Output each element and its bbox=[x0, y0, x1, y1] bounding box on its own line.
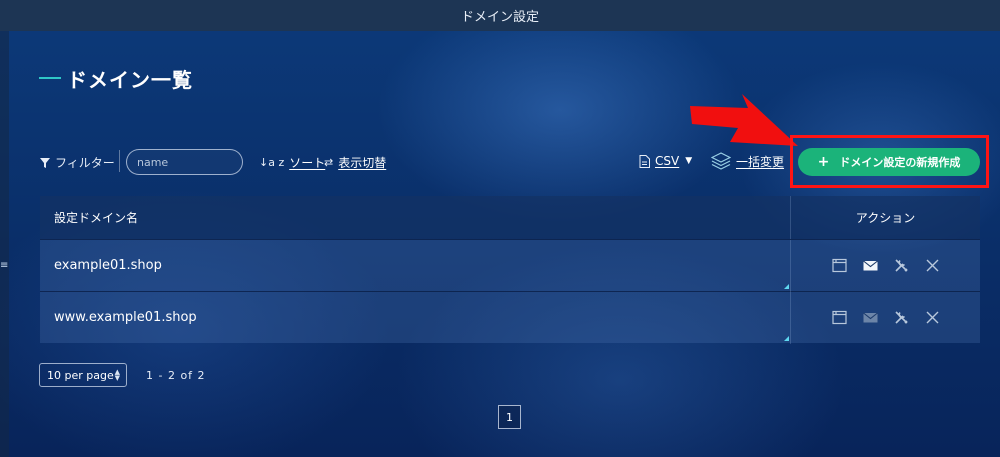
domain-table: 設定ドメイン名 アクション example01.shop www.example… bbox=[40, 196, 980, 344]
table-header: 設定ドメイン名 アクション bbox=[40, 196, 980, 239]
delete-icon[interactable] bbox=[924, 309, 941, 326]
bulk-change-label: 一括変更 bbox=[736, 154, 785, 169]
action-cell bbox=[791, 309, 980, 326]
annotation-highlight-box bbox=[790, 135, 989, 188]
sort-link[interactable]: ↓a z ソート bbox=[259, 154, 325, 171]
filter-label: フィルター bbox=[55, 156, 115, 170]
menu-handle-icon[interactable]: ≡ bbox=[0, 260, 8, 271]
display-toggle-link[interactable]: ⇄ 表示切替 bbox=[324, 154, 386, 171]
document-icon bbox=[639, 154, 650, 168]
window-icon[interactable] bbox=[831, 309, 848, 326]
tools-icon[interactable] bbox=[893, 257, 910, 274]
display-toggle-label: 表示切替 bbox=[338, 156, 387, 170]
filter-label-group[interactable]: フィルター bbox=[40, 154, 115, 171]
window-icon[interactable] bbox=[831, 257, 848, 274]
tools-icon[interactable] bbox=[893, 309, 910, 326]
spinner-arrows-icon: ▲ ▼ bbox=[114, 368, 120, 382]
mail-icon[interactable] bbox=[862, 309, 879, 326]
window-title: ドメイン設定 bbox=[460, 10, 539, 25]
domain-name: www.example01.shop bbox=[54, 310, 197, 325]
domain-cell[interactable]: www.example01.shop bbox=[40, 291, 791, 344]
annotation-arrow-icon bbox=[690, 94, 798, 146]
csv-dropdown[interactable]: CSV ▼ bbox=[639, 154, 692, 168]
domain-cell[interactable]: example01.shop bbox=[40, 239, 791, 292]
per-page-value: 10 per page bbox=[47, 368, 114, 382]
delete-icon[interactable] bbox=[924, 257, 941, 274]
resize-corner-icon bbox=[784, 335, 789, 341]
sort-label: ソート bbox=[289, 156, 326, 170]
per-page-select[interactable]: 10 per page ▲ ▼ bbox=[39, 363, 127, 387]
left-edge-panel: ≡ bbox=[0, 31, 9, 457]
column-header-actions: アクション bbox=[855, 211, 916, 225]
sort-icon: ↓a z bbox=[259, 156, 285, 169]
domain-name: example01.shop bbox=[54, 258, 162, 273]
filter-icon bbox=[40, 157, 50, 168]
chevron-down-icon: ▼ bbox=[685, 156, 693, 166]
page-title: ドメイン一覧 bbox=[67, 67, 193, 92]
bulk-change-link[interactable]: 一括変更 bbox=[711, 152, 784, 170]
swap-arrows-icon: ⇄ bbox=[324, 156, 334, 169]
csv-label: CSV bbox=[655, 154, 680, 168]
layers-icon bbox=[711, 152, 731, 170]
heading-accent-bar bbox=[39, 77, 61, 79]
table-row[interactable]: www.example01.shop bbox=[40, 291, 980, 344]
pagination-range: 1 - 2 of 2 bbox=[146, 369, 206, 382]
resize-corner-icon bbox=[784, 283, 789, 289]
column-header-domain: 設定ドメイン名 bbox=[40, 196, 791, 239]
toolbar-divider bbox=[119, 150, 120, 172]
window-titlebar: ドメイン設定 bbox=[0, 0, 1000, 31]
name-filter-input[interactable] bbox=[126, 149, 243, 175]
table-row[interactable]: example01.shop bbox=[40, 239, 980, 292]
page-heading: ドメイン一覧 bbox=[39, 64, 193, 92]
mail-icon[interactable] bbox=[862, 257, 879, 274]
page-button-current[interactable]: 1 bbox=[498, 405, 521, 429]
action-cell bbox=[791, 257, 980, 274]
